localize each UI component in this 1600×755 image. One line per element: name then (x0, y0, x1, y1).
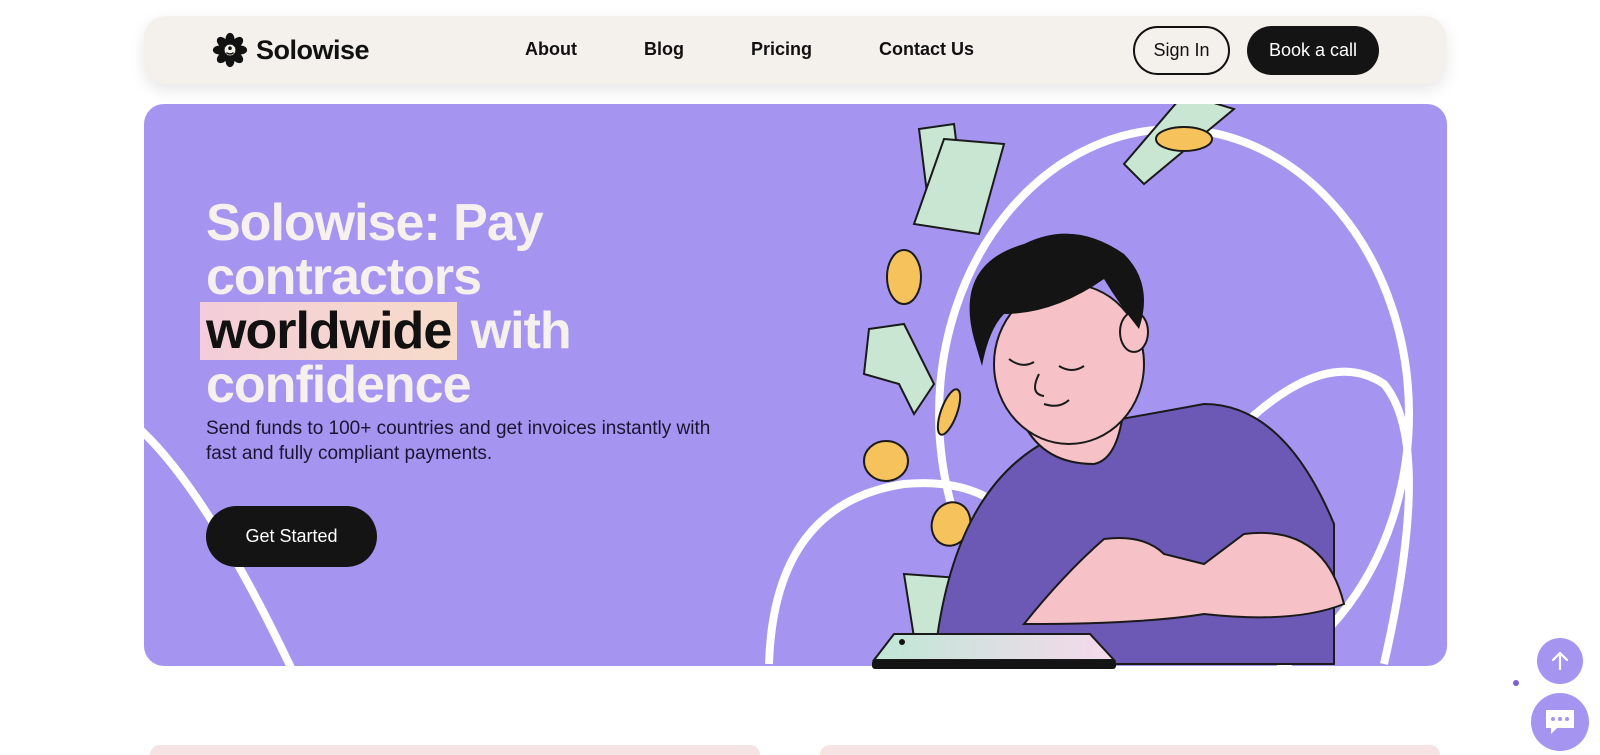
nav-link-contact[interactable]: Contact Us (879, 39, 974, 60)
scroll-to-top-button[interactable] (1537, 638, 1583, 684)
get-started-button[interactable]: Get Started (206, 506, 377, 567)
headline-highlight: worldwide (200, 302, 458, 360)
card-preview (820, 745, 1440, 755)
navbar: Solowise About Blog Pricing Contact Us S… (144, 16, 1446, 84)
hero-section: Solowise: Pay contractors worldwide with… (144, 104, 1447, 666)
arrow-up-icon (1551, 651, 1569, 671)
flower-logo-icon (212, 32, 248, 68)
brand-logo[interactable]: Solowise (212, 32, 370, 68)
book-call-button[interactable]: Book a call (1247, 26, 1379, 75)
nav-link-pricing[interactable]: Pricing (751, 39, 812, 60)
hero-illustration (862, 104, 1346, 666)
phone-illustration (871, 633, 1117, 669)
indicator-dot (1513, 680, 1519, 686)
hero-headline: Solowise: Pay contractors worldwide with… (200, 194, 726, 412)
headline-part1: Solowise: Pay contractors (206, 194, 544, 306)
hero-subtext: Send funds to 100+ countries and get inv… (206, 418, 711, 464)
nav-link-about[interactable]: About (525, 39, 577, 60)
chat-icon (1546, 710, 1574, 734)
card-preview (150, 745, 760, 755)
chat-button[interactable] (1531, 693, 1589, 751)
sign-in-button[interactable]: Sign In (1133, 26, 1230, 75)
nav-link-blog[interactable]: Blog (644, 39, 684, 60)
brand-name: Solowise (256, 34, 370, 65)
